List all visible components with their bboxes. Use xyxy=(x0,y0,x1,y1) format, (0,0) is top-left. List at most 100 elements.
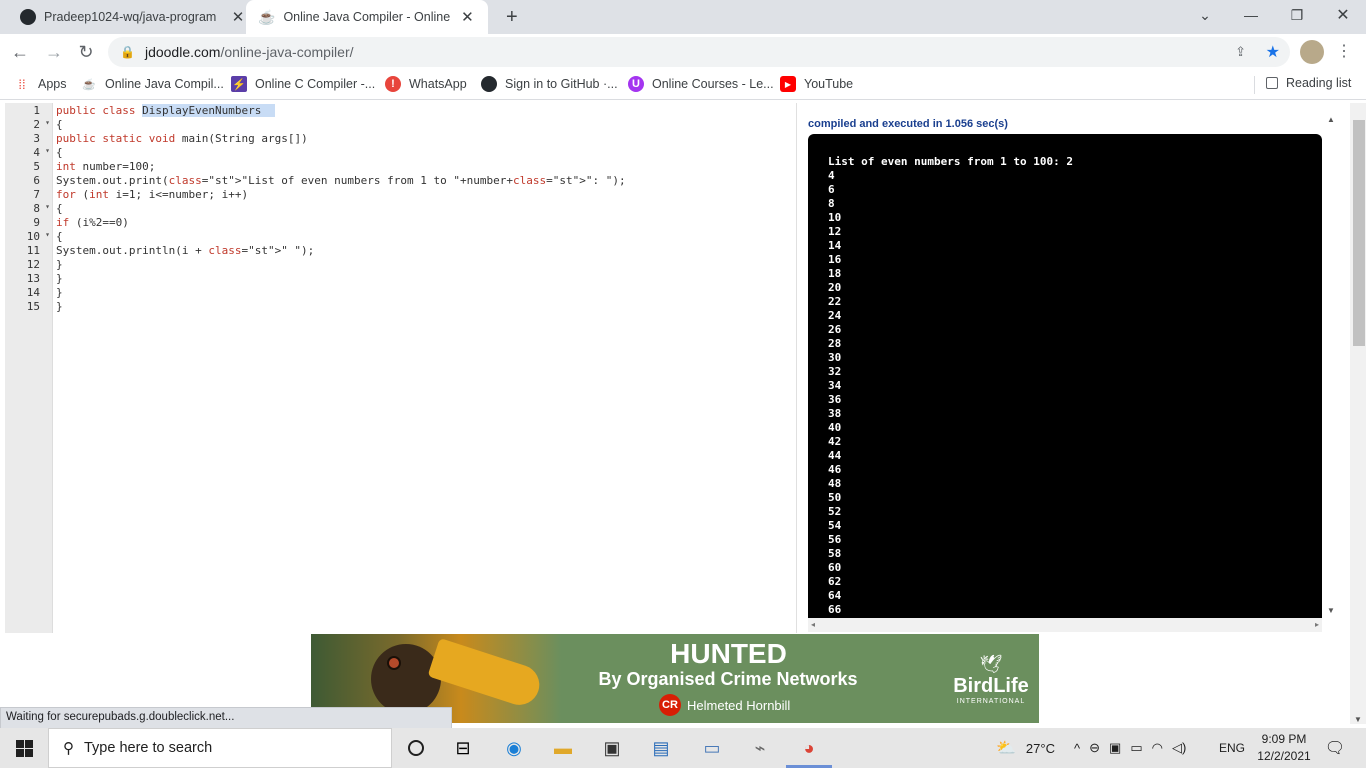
language-indicator[interactable]: ENG xyxy=(1219,728,1245,768)
wifi-icon[interactable]: ◠ xyxy=(1152,740,1163,756)
windows-start-icon[interactable] xyxy=(9,734,39,762)
security-icon[interactable]: ▣ xyxy=(1109,740,1121,756)
fold-toggle-icon[interactable]: ▾ xyxy=(45,118,50,127)
close-icon[interactable]: ✕ xyxy=(459,8,475,26)
fold-toggle-icon[interactable]: ▾ xyxy=(45,202,50,211)
weather-widget[interactable]: ⛅ 27°C xyxy=(996,728,1055,768)
console-line: 6 xyxy=(828,183,835,196)
bookmark-whatsapp[interactable]: ! WhatsApp xyxy=(385,76,467,92)
code-line: System.out.print(class="st">"List of eve… xyxy=(56,174,626,187)
bookmark-youtube[interactable]: ▶ YouTube xyxy=(780,76,853,92)
scroll-down-icon[interactable]: ▼ xyxy=(1327,606,1335,615)
selected-text: DisplayEvenNumbers xyxy=(142,104,275,117)
volume-icon[interactable]: ◁) xyxy=(1172,740,1186,756)
address-bar[interactable]: 🔒 jdoodle.com/online-java-compiler/ ⇪ ★ xyxy=(108,37,1290,67)
line-number-gutter: 1 2 ▾ 3 4 ▾ 5 6 7 8 ▾ 9 10 ▾ 11 12 13 14 15 xyxy=(5,103,53,633)
tab-search-icon[interactable]: ⌄ xyxy=(1182,0,1228,30)
bookmark-github[interactable]: Sign in to GitHub ·... xyxy=(481,76,618,92)
back-arrow-icon[interactable]: ← xyxy=(6,38,34,66)
code-line: } xyxy=(56,300,63,313)
fold-toggle-icon[interactable]: ▾ xyxy=(45,230,50,239)
tab-title: Pradeep1024-wq/java-program xyxy=(44,10,217,24)
minimize-button[interactable]: — xyxy=(1228,0,1274,30)
performance-icon[interactable]: ⌁ xyxy=(745,734,775,762)
store-icon[interactable]: ▣ xyxy=(597,734,627,762)
apps-grid-icon: ⁞⁞ xyxy=(18,76,26,92)
brand-name: BirdLife xyxy=(953,675,1029,697)
console-line: 28 xyxy=(828,337,842,350)
output-panel: compiled and executed in 1.056 sec(s) Li… xyxy=(797,103,1350,633)
scroll-left-icon[interactable]: ◂ xyxy=(811,620,815,629)
console-line: 42 xyxy=(828,435,842,448)
system-tray: ^ ⊖ ▣ ▭ ◠ ◁) xyxy=(1074,728,1186,768)
menu-kebab-icon[interactable]: ⋮ xyxy=(1336,41,1352,61)
meet-now-icon[interactable]: ⊖ xyxy=(1089,740,1100,756)
scroll-right-icon[interactable]: ▸ xyxy=(1315,620,1319,629)
battery-icon[interactable]: ▭ xyxy=(1130,740,1142,756)
console-line: 48 xyxy=(828,477,842,490)
laptop-icon[interactable]: ▭ xyxy=(697,734,727,762)
share-icon[interactable]: ⇪ xyxy=(1235,44,1246,60)
clock[interactable]: 9:09 PM 12/2/2021 xyxy=(1250,731,1318,765)
restore-button[interactable]: ❐ xyxy=(1274,0,1320,30)
bookmark-label: Sign in to GitHub ·... xyxy=(505,77,618,91)
console-line: 30 xyxy=(828,351,842,364)
chrome-icon[interactable]: ◕ xyxy=(794,734,824,762)
github-icon xyxy=(20,9,36,25)
plus-icon: + xyxy=(506,5,518,28)
forward-arrow-icon[interactable]: → xyxy=(40,38,68,66)
url-path: /online-java-compiler/ xyxy=(220,44,354,60)
bookmark-online-courses[interactable]: U Online Courses - Le... xyxy=(628,76,774,92)
reading-list-label: Reading list xyxy=(1286,76,1352,90)
console-line: 8 xyxy=(828,197,835,210)
control-panel-icon[interactable]: ▤ xyxy=(646,734,676,762)
star-icon[interactable]: ★ xyxy=(1266,42,1280,62)
youtube-icon: ▶ xyxy=(780,76,796,92)
console-line: 22 xyxy=(828,295,842,308)
chevron-up-icon[interactable]: ^ xyxy=(1074,741,1080,756)
bookmark-c-compiler[interactable]: ⚡ Online C Compiler -... xyxy=(231,76,375,92)
code-line: { xyxy=(56,230,63,243)
taskbar-search-box[interactable]: ⚲ Type here to search xyxy=(48,728,392,768)
notifications-icon[interactable]: 🗨 xyxy=(1320,734,1350,762)
github-icon xyxy=(481,76,497,92)
tab-jdoodle[interactable]: ☕ Online Java Compiler - Online Ja ✕ xyxy=(246,0,488,34)
page-scrollbar[interactable]: ▼ xyxy=(1350,103,1366,724)
bookmark-apps[interactable]: ⁞⁞ Apps xyxy=(14,76,66,92)
code-line: } xyxy=(56,258,63,271)
reload-icon[interactable]: ↻ xyxy=(72,38,100,66)
tab-github[interactable]: Pradeep1024-wq/java-program ✕ xyxy=(8,0,256,34)
execution-status: compiled and executed in 1.056 sec(s) xyxy=(808,118,1008,130)
page-scrollbar-thumb[interactable] xyxy=(1353,120,1365,346)
search-icon: ⚲ xyxy=(63,740,74,757)
bookmark-java-compiler[interactable]: ☕ Online Java Compil... xyxy=(81,76,224,92)
code-line: public class DisplayEvenNumbers xyxy=(56,104,275,117)
scroll-up-icon[interactable]: ▲ xyxy=(1327,115,1335,124)
close-icon[interactable]: ✕ xyxy=(230,8,246,26)
cortana-icon[interactable] xyxy=(401,734,431,762)
console-line: 60 xyxy=(828,561,842,574)
output-console[interactable]: List of even numbers from 1 to 100: 2468… xyxy=(808,134,1322,618)
fold-toggle-icon[interactable]: ▾ xyxy=(45,146,50,155)
console-line: 18 xyxy=(828,267,842,280)
reading-list-button[interactable]: Reading list xyxy=(1266,76,1351,90)
profile-avatar[interactable] xyxy=(1300,40,1324,64)
file-explorer-icon[interactable]: ▬ xyxy=(548,734,578,762)
tab-title: Online Java Compiler - Online Ja xyxy=(283,10,454,24)
code-editor[interactable]: 1 2 ▾ 3 4 ▾ 5 6 7 8 ▾ 9 10 ▾ 11 12 13 14 15 public class D… xyxy=(5,103,797,633)
ad-subline: By Organised Crime Networks xyxy=(598,669,858,689)
edge-icon[interactable]: ◉ xyxy=(499,734,529,762)
console-vertical-scrollbar[interactable]: ▲ ▼ xyxy=(1325,115,1337,615)
code-line: public static void main(String args[]) xyxy=(56,132,308,145)
close-window-button[interactable]: ✕ xyxy=(1320,0,1366,30)
new-tab-button[interactable]: + xyxy=(494,0,528,34)
lightning-icon: ⚡ xyxy=(231,76,247,92)
console-line: 50 xyxy=(828,491,842,504)
code-line: { xyxy=(56,202,63,215)
browser-toolbar: ← → ↻ 🔒 jdoodle.com/online-java-compiler… xyxy=(0,34,1366,70)
console-line: List of even numbers from 1 to 100: 2 xyxy=(828,155,1074,168)
scroll-down-icon[interactable]: ▼ xyxy=(1354,715,1362,724)
task-view-icon[interactable]: ⊟ xyxy=(448,734,478,762)
console-horizontal-scrollbar[interactable]: ◂ ▸ xyxy=(808,618,1322,632)
console-line: 16 xyxy=(828,253,842,266)
